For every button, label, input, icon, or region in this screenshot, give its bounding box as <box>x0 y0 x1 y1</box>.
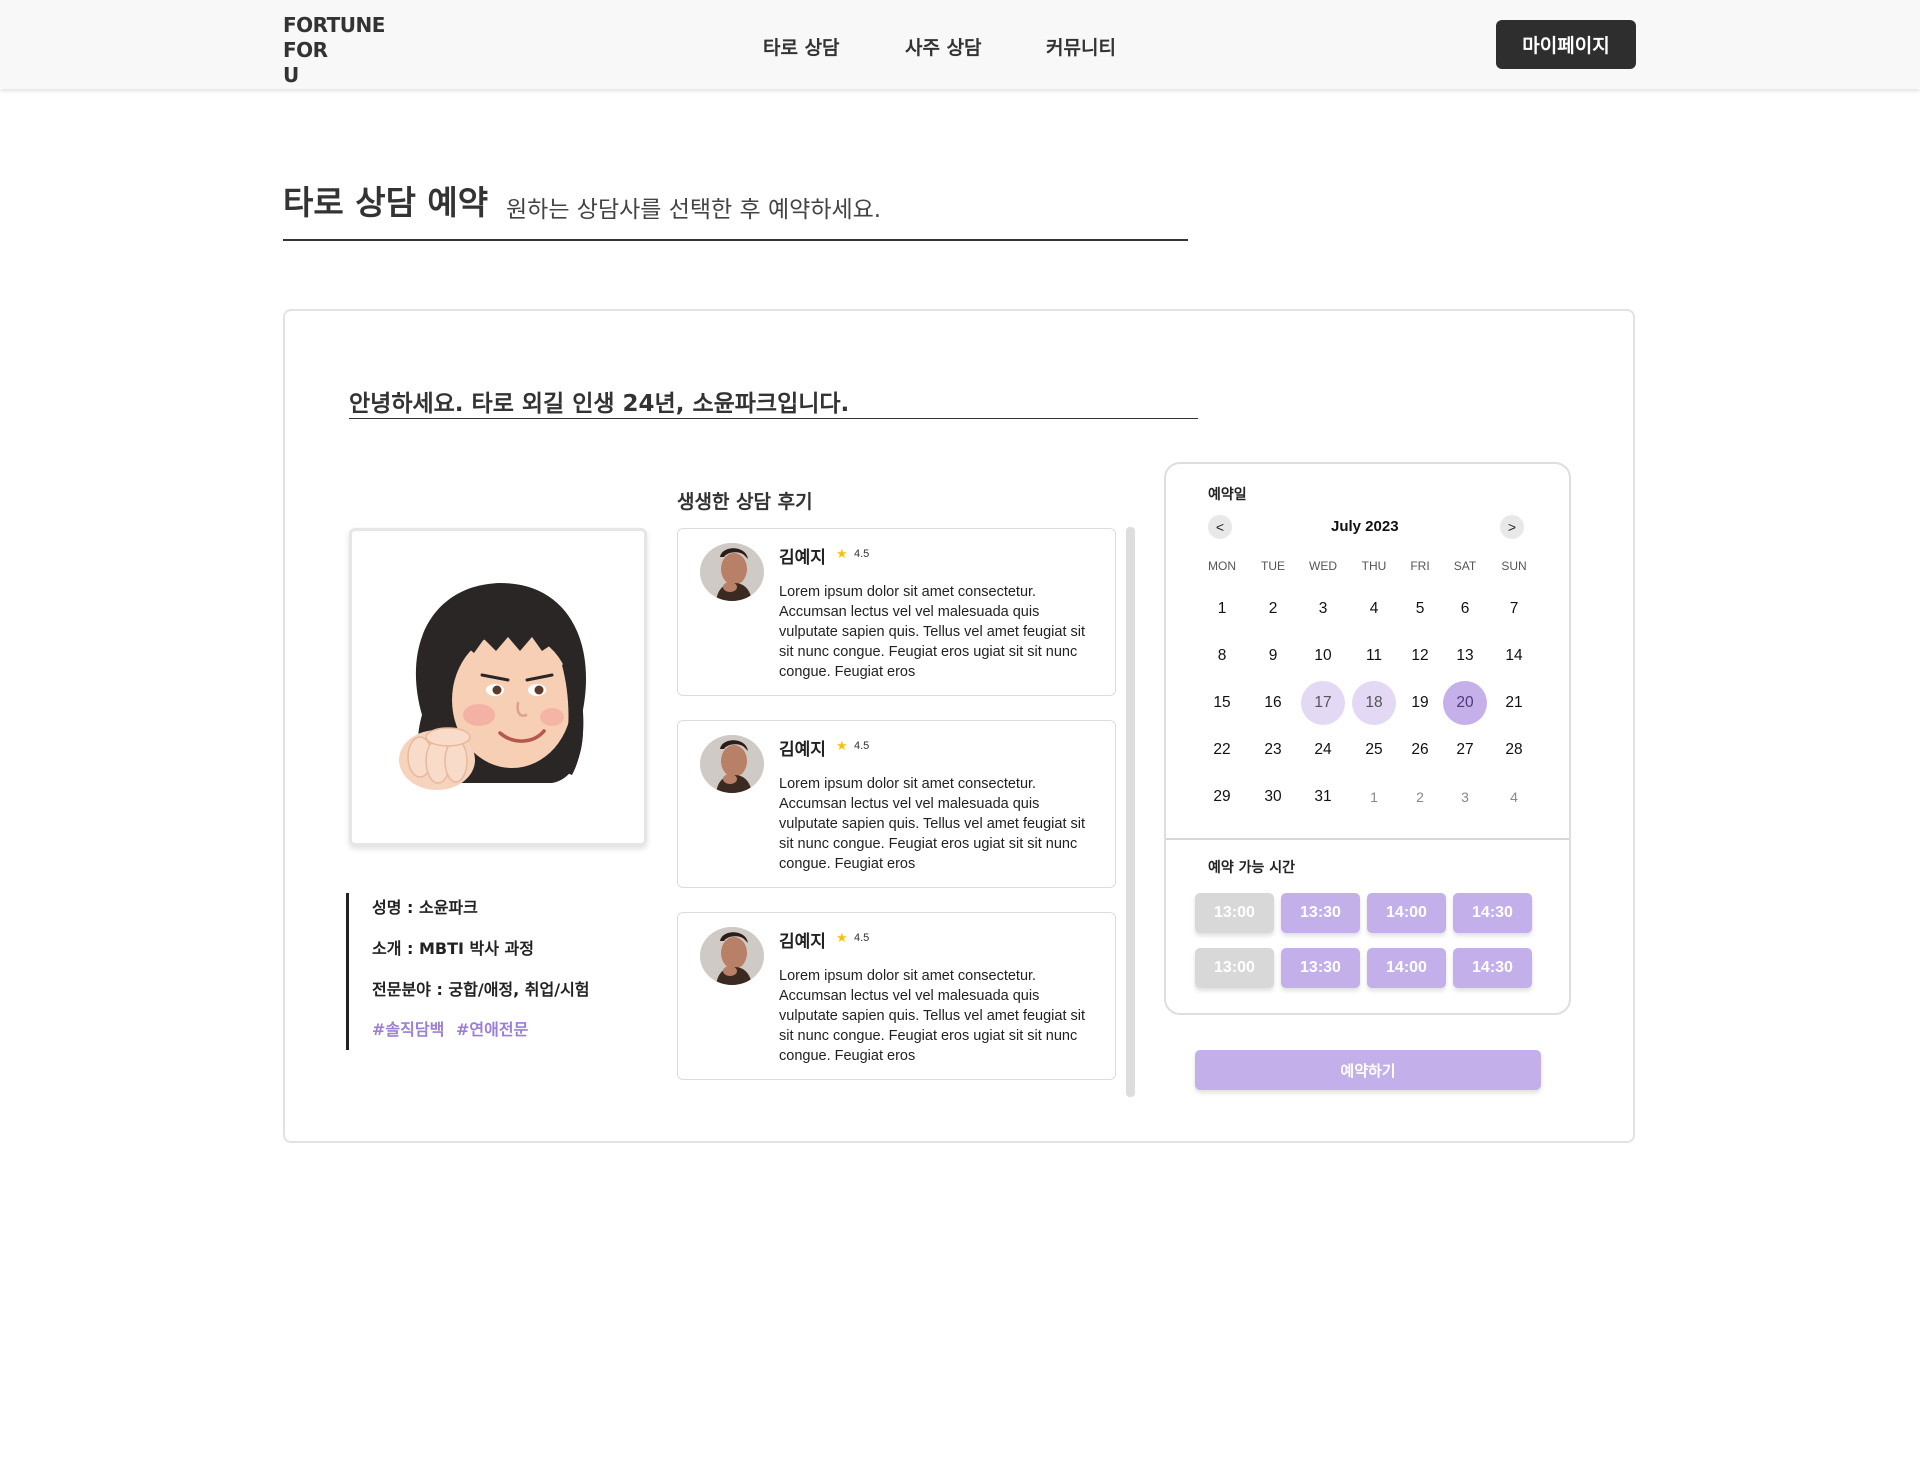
title-divider <box>283 239 1188 241</box>
mypage-button[interactable]: 마이페이지 <box>1496 20 1636 69</box>
counselor-specialty: 전문분야 : 궁합/애정, 취업/시험 <box>372 980 590 999</box>
logo-line: FORTUNE <box>283 13 385 37</box>
weekday-wed: WED <box>1309 559 1337 573</box>
review-card: 김예지 ★ 4.5 Lorem ipsum dolor sit amet con… <box>677 912 1116 1080</box>
calendar-month: July 2023 <box>1331 518 1399 535</box>
calendar-divider <box>1166 838 1569 840</box>
counselor-name: 성명 : 소윤파크 <box>372 898 478 917</box>
tag-honest[interactable]: #솔직담백 <box>372 1016 444 1040</box>
calendar-day[interactable]: 26 <box>1398 728 1442 772</box>
counselor-greeting: 안녕하세요. 타로 외길 인생 24년, 소윤파크입니다. <box>349 391 850 417</box>
calendar-day[interactable]: 13 <box>1443 634 1487 678</box>
time-slot[interactable]: 13:30 <box>1281 893 1360 933</box>
review-text: Lorem ipsum dolor sit amet consectetur. … <box>779 776 1086 872</box>
top-header: FORTUNE FOR U 타로 상담 사주 상담 커뮤니티 마이페이지 <box>0 0 1920 89</box>
review-rating: 4.5 <box>854 548 870 560</box>
calendar-day[interactable]: 7 <box>1492 587 1536 631</box>
reviewer-avatar <box>700 543 764 601</box>
time-slot[interactable]: 14:30 <box>1453 948 1532 988</box>
reserve-button[interactable]: 예약하기 <box>1195 1050 1541 1090</box>
prev-month-button[interactable]: < <box>1208 515 1232 539</box>
calendar-day[interactable]: 8 <box>1200 634 1244 678</box>
counselor-avatar-illustration <box>399 583 587 790</box>
page-title: 타로 상담 예약 <box>283 183 489 222</box>
calendar-day[interactable]: 31 <box>1301 775 1345 819</box>
calendar-day[interactable]: 14 <box>1492 634 1536 678</box>
calendar-day[interactable]: 16 <box>1251 681 1295 725</box>
weekday-tue: TUE <box>1261 559 1285 573</box>
calendar-day-next-month: 1 <box>1370 789 1378 805</box>
nav-saju[interactable]: 사주 상담 <box>905 33 982 60</box>
calendar-day[interactable]: 1 <box>1200 587 1244 631</box>
calendar-day[interactable]: 3 <box>1301 587 1345 631</box>
star-icon: ★ <box>836 738 848 753</box>
logo[interactable]: FORTUNE FOR U <box>283 13 385 88</box>
calendar-day[interactable]: 2 <box>1251 587 1295 631</box>
reviewer-name: 김예지 <box>779 932 826 952</box>
reviewer-avatar <box>700 735 764 793</box>
logo-line: FOR <box>283 38 328 62</box>
calendar-day[interactable]: 5 <box>1398 587 1442 631</box>
logo-line: U <box>283 63 299 87</box>
review-text: Lorem ipsum dolor sit amet consectetur. … <box>779 968 1086 1064</box>
nav-tarot[interactable]: 타로 상담 <box>763 33 840 60</box>
time-slot[interactable]: 14:30 <box>1453 893 1532 933</box>
reviewer-name: 김예지 <box>779 548 826 568</box>
reservation-date-label: 예약일 <box>1208 487 1247 503</box>
reviews-title: 생생한 상담 후기 <box>677 491 813 513</box>
time-slot[interactable]: 14:00 <box>1367 948 1446 988</box>
calendar-day[interactable]: 20 <box>1443 681 1487 725</box>
calendar-day[interactable]: 21 <box>1492 681 1536 725</box>
reviewer-name: 김예지 <box>779 740 826 760</box>
review-rating: 4.5 <box>854 932 870 944</box>
star-icon: ★ <box>836 930 848 945</box>
calendar-day[interactable]: 4 <box>1352 587 1396 631</box>
weekday-sat: SAT <box>1453 559 1477 573</box>
profile-info-accent-bar <box>346 893 349 1050</box>
calendar-day[interactable]: 15 <box>1200 681 1244 725</box>
star-icon: ★ <box>836 546 848 561</box>
nav-community[interactable]: 커뮤니티 <box>1046 33 1116 60</box>
counselor-intro: 소개 : MBTI 박사 과정 <box>372 939 534 958</box>
calendar-day-next-month: 3 <box>1461 789 1469 805</box>
calendar-day[interactable]: 11 <box>1352 634 1396 678</box>
weekday-mon: MON <box>1208 559 1236 573</box>
calendar-day[interactable]: 25 <box>1352 728 1396 772</box>
calendar-day[interactable]: 17 <box>1301 681 1345 725</box>
profile-photo <box>349 528 647 846</box>
greeting-divider <box>349 418 1198 419</box>
calendar-day[interactable]: 9 <box>1251 634 1295 678</box>
calendar-day[interactable]: 27 <box>1443 728 1487 772</box>
calendar-day[interactable]: 6 <box>1443 587 1487 631</box>
available-time-label: 예약 가능 시간 <box>1208 860 1296 876</box>
page-subtitle: 원하는 상담사를 선택한 후 예약하세요. <box>506 197 882 223</box>
weekday-sun: SUN <box>1501 559 1527 573</box>
calendar-day-next-month: 4 <box>1510 789 1518 805</box>
weekday-thu: THU <box>1361 559 1387 573</box>
calendar-day[interactable]: 23 <box>1251 728 1295 772</box>
calendar-day[interactable]: 10 <box>1301 634 1345 678</box>
calendar-day[interactable]: 19 <box>1398 681 1442 725</box>
calendar-day[interactable]: 12 <box>1398 634 1442 678</box>
calendar-day[interactable]: 18 <box>1352 681 1396 725</box>
calendar-day[interactable]: 22 <box>1200 728 1244 772</box>
time-slot[interactable]: 14:00 <box>1367 893 1446 933</box>
calendar-day[interactable]: 29 <box>1200 775 1244 819</box>
calendar-day[interactable]: 30 <box>1251 775 1295 819</box>
reviews-scrollbar[interactable] <box>1126 527 1135 1097</box>
calendar-day[interactable]: 28 <box>1492 728 1536 772</box>
review-card: 김예지 ★ 4.5 Lorem ipsum dolor sit amet con… <box>677 528 1116 696</box>
time-slot-disabled: 13:00 <box>1195 948 1274 988</box>
review-card: 김예지 ★ 4.5 Lorem ipsum dolor sit amet con… <box>677 720 1116 888</box>
reviewer-avatar <box>700 927 764 985</box>
weekday-fri: FRI <box>1410 559 1430 573</box>
review-rating: 4.5 <box>854 740 870 752</box>
review-text: Lorem ipsum dolor sit amet consectetur. … <box>779 584 1086 680</box>
time-slot[interactable]: 13:30 <box>1281 948 1360 988</box>
tag-romance[interactable]: #연애전문 <box>456 1016 528 1040</box>
time-slot-disabled: 13:00 <box>1195 893 1274 933</box>
calendar-day[interactable]: 24 <box>1301 728 1345 772</box>
next-month-button[interactable]: > <box>1500 515 1524 539</box>
calendar-day-next-month: 2 <box>1416 789 1424 805</box>
